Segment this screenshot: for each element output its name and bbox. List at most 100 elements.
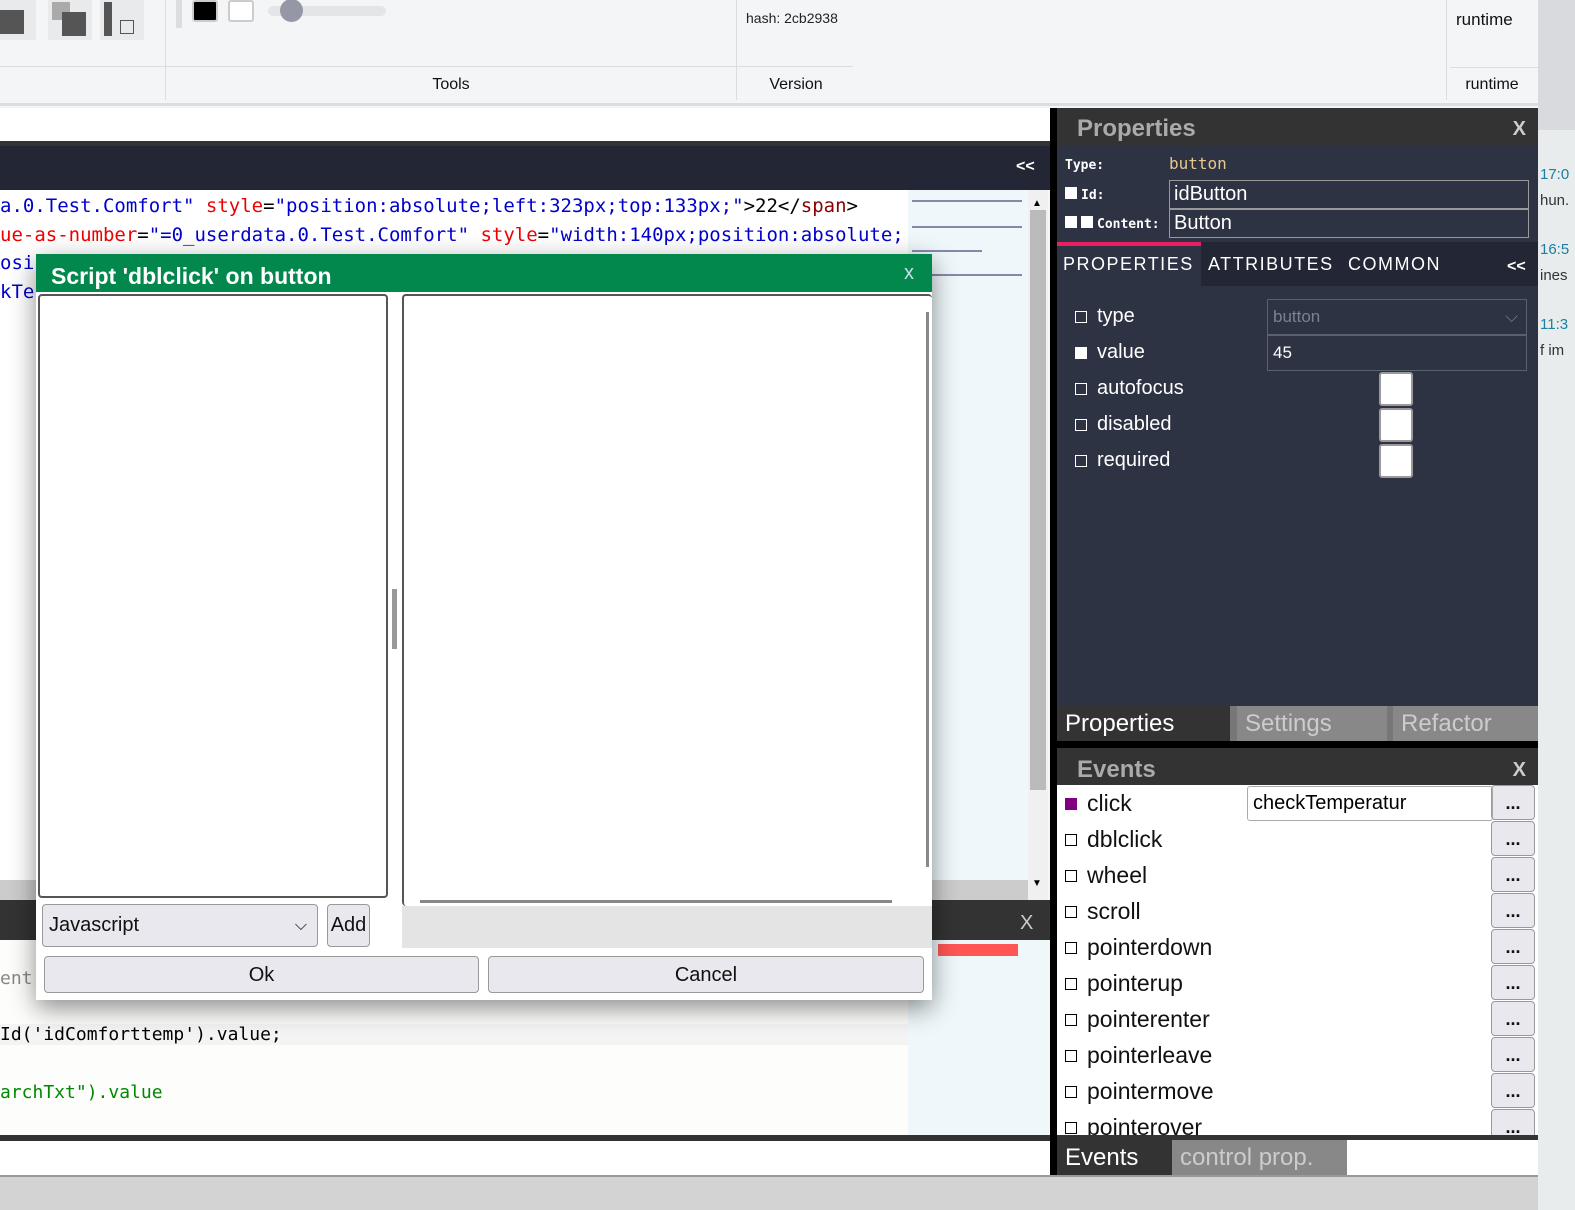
content-label: Content: — [1065, 216, 1160, 232]
checkbox[interactable] — [1075, 347, 1087, 359]
edit-script-button[interactable]: ... — [1491, 929, 1535, 964]
events-list: pointerover... pointermove... pointerleave… — [1057, 785, 1538, 1135]
event-row-scroll: scroll... — [1065, 893, 1535, 929]
checkbox[interactable] — [1065, 978, 1077, 990]
checkbox[interactable] — [1065, 870, 1077, 882]
edit-script-button[interactable]: ... — [1491, 857, 1535, 892]
event-row-pointerenter: pointerenter... — [1065, 1001, 1535, 1037]
type-select[interactable]: button ⌵ — [1267, 299, 1527, 335]
id-label: Id: — [1065, 187, 1104, 203]
event-label: wheel — [1087, 862, 1148, 888]
disabled-toggle[interactable] — [1379, 408, 1413, 442]
tab-settings-panel[interactable]: Settings — [1237, 706, 1387, 741]
edit-script-button[interactable]: ... — [1491, 1073, 1535, 1108]
id-input[interactable]: idButton — [1169, 180, 1529, 209]
checkbox[interactable] — [1065, 834, 1077, 846]
runtime-button[interactable]: runtime — [1456, 10, 1513, 30]
prop-row-required: required — [1075, 442, 1170, 478]
script-code-area[interactable] — [402, 294, 932, 906]
close-properties-button[interactable]: X — [1513, 108, 1526, 150]
prop-row-type: type — [1075, 298, 1135, 334]
prop-row-autofocus: autofocus — [1075, 370, 1184, 406]
dialog-title: Script 'dblclick' on button — [51, 263, 332, 289]
required-toggle[interactable] — [1379, 444, 1413, 478]
close-script-panel-button[interactable]: X — [1020, 912, 1033, 935]
close-dialog-button[interactable]: x — [904, 262, 914, 285]
code-line: kTe — [0, 278, 34, 306]
tab-control-prop[interactable]: control prop. — [1172, 1140, 1347, 1175]
editor-scrollbar[interactable]: ▲ ▼ — [1028, 190, 1048, 900]
checkbox[interactable] — [1065, 1086, 1077, 1098]
code-token: = — [537, 224, 550, 246]
tab-attributes[interactable]: ATTRIBUTES — [1208, 254, 1334, 275]
tab-properties[interactable]: PROPERTIES — [1057, 242, 1201, 286]
click-handler-input[interactable]: checkTemperatur — [1247, 786, 1493, 821]
edit-script-button[interactable]: ... — [1491, 965, 1535, 1000]
script-list[interactable] — [38, 294, 388, 898]
checkbox[interactable] — [1075, 383, 1087, 395]
tab-events[interactable]: Events — [1057, 1140, 1172, 1175]
collapse-tabs-button[interactable]: << — [1507, 258, 1526, 276]
tab-properties-panel[interactable]: Properties — [1057, 706, 1230, 741]
edit-script-button[interactable]: ... — [1491, 785, 1535, 820]
splitter-handle[interactable] — [392, 589, 397, 649]
code-token: = — [137, 224, 149, 246]
arrange-back-button[interactable] — [0, 0, 36, 40]
event-row-pointerleave: pointerleave... — [1065, 1037, 1535, 1073]
events-title: Events — [1077, 756, 1156, 783]
content-input[interactable]: Button — [1169, 209, 1529, 238]
ok-button[interactable]: Ok — [44, 956, 479, 993]
right-panel: Properties X Type: button Id: idButton C… — [1050, 108, 1538, 1175]
checkbox[interactable] — [1065, 1014, 1077, 1026]
white-color-button[interactable] — [228, 0, 254, 22]
edit-script-button[interactable]: ... — [1491, 1109, 1535, 1135]
checkbox[interactable] — [1065, 798, 1077, 810]
event-row-pointerup: pointerup... — [1065, 965, 1535, 1001]
code-line: archTxt").value — [0, 1082, 163, 1103]
checkbox[interactable] — [1065, 1122, 1077, 1134]
collapse-editor-button[interactable]: << — [1016, 158, 1035, 176]
code-token: "width:140px;position:absolute; — [549, 224, 904, 246]
code-token: "=0_userdata.0.Test.Comfort" — [148, 224, 481, 246]
zoom-slider[interactable] — [268, 0, 386, 22]
code-token: ue-as-number — [0, 224, 138, 246]
code-token: > — [846, 195, 858, 217]
black-color-button[interactable] — [192, 0, 218, 22]
event-label: pointerleave — [1087, 1042, 1213, 1068]
event-label: pointerenter — [1087, 1006, 1210, 1032]
code-token: style — [205, 195, 264, 217]
value-input[interactable]: 45 — [1267, 335, 1527, 371]
prop-row-disabled: disabled — [1075, 406, 1172, 442]
code-line: ent — [0, 968, 33, 989]
tools-group-label: Tools — [432, 76, 470, 93]
tab-refactor-panel[interactable]: Refactor — [1393, 706, 1538, 741]
event-label: pointermove — [1087, 1078, 1214, 1104]
checkbox[interactable] — [1065, 906, 1077, 918]
version-hash: hash: 2cb2938 — [746, 10, 838, 26]
edit-script-button[interactable]: ... — [1491, 821, 1535, 856]
code-token: span — [800, 195, 847, 217]
language-select[interactable]: Javascript ⌵ — [42, 904, 318, 947]
checkbox[interactable] — [1065, 1050, 1077, 1062]
code-line: a.0.Test.Comfort" style="position:absolu… — [0, 192, 858, 220]
edit-script-button[interactable]: ... — [1491, 1001, 1535, 1036]
autofocus-toggle[interactable] — [1379, 372, 1413, 406]
checkbox[interactable] — [1065, 942, 1077, 954]
fragment: hun. — [1540, 192, 1570, 209]
checkbox[interactable] — [1075, 455, 1087, 467]
arrange-front-button[interactable] — [48, 0, 92, 40]
tab-common[interactable]: COMMON — [1348, 254, 1441, 275]
checkbox[interactable] — [1075, 419, 1087, 431]
event-label: pointerup — [1087, 970, 1183, 996]
size-reset-button[interactable] — [100, 0, 144, 40]
script-dialog: Script 'dblclick' on button x Javascript… — [36, 254, 932, 1000]
edit-script-button[interactable]: ... — [1491, 893, 1535, 928]
editor-header: << — [0, 146, 1050, 190]
code-token: osi — [0, 252, 35, 274]
add-button[interactable]: Add — [327, 904, 370, 947]
cancel-button[interactable]: Cancel — [488, 956, 924, 993]
code-token: style — [480, 224, 538, 246]
edit-script-button[interactable]: ... — [1491, 1037, 1535, 1072]
checkbox[interactable] — [1075, 311, 1087, 323]
event-row-pointermove: pointermove... — [1065, 1073, 1535, 1109]
